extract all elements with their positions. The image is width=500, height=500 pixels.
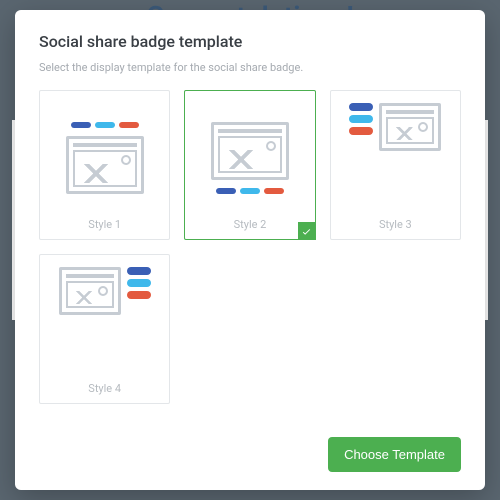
image-placeholder-icon bbox=[379, 103, 441, 151]
pill-icon bbox=[71, 122, 91, 128]
share-pills-bottom bbox=[216, 188, 284, 194]
template-label: Style 4 bbox=[88, 382, 121, 395]
pill-icon bbox=[349, 127, 373, 135]
pill-icon bbox=[127, 279, 151, 287]
pill-icon bbox=[349, 103, 373, 111]
pill-icon bbox=[349, 115, 373, 123]
share-pills-top bbox=[71, 122, 139, 128]
template-option-style-2[interactable]: Style 2 bbox=[184, 90, 315, 240]
template-preview bbox=[50, 103, 159, 212]
modal-subtitle: Select the display template for the soci… bbox=[39, 61, 461, 74]
template-option-style-3[interactable]: Style 3 bbox=[330, 90, 461, 240]
modal-title: Social share badge template bbox=[39, 32, 461, 51]
pill-icon bbox=[264, 188, 284, 194]
pill-icon bbox=[127, 267, 151, 275]
choose-template-button[interactable]: Choose Template bbox=[328, 437, 461, 472]
image-placeholder-icon bbox=[211, 122, 289, 180]
modal-footer: Choose Template bbox=[39, 427, 461, 472]
share-pills-left bbox=[349, 103, 373, 135]
template-grid: Style 1 Style 2 bbox=[39, 90, 461, 427]
template-preview bbox=[195, 103, 304, 212]
template-picker-modal: Social share badge template Select the d… bbox=[15, 10, 485, 490]
image-placeholder-icon bbox=[59, 267, 121, 315]
template-option-style-4[interactable]: Style 4 bbox=[39, 254, 170, 404]
template-option-style-1[interactable]: Style 1 bbox=[39, 90, 170, 240]
template-label: Style 3 bbox=[379, 218, 412, 231]
template-label: Style 2 bbox=[234, 218, 267, 231]
pill-icon bbox=[95, 122, 115, 128]
template-label: Style 1 bbox=[88, 218, 121, 231]
pill-icon bbox=[119, 122, 139, 128]
pill-icon bbox=[216, 188, 236, 194]
pill-icon bbox=[127, 291, 151, 299]
share-pills-right bbox=[127, 267, 151, 299]
image-placeholder-icon bbox=[66, 136, 144, 194]
template-preview bbox=[341, 103, 450, 212]
selected-check-icon bbox=[298, 222, 316, 240]
template-preview bbox=[50, 267, 159, 376]
pill-icon bbox=[240, 188, 260, 194]
